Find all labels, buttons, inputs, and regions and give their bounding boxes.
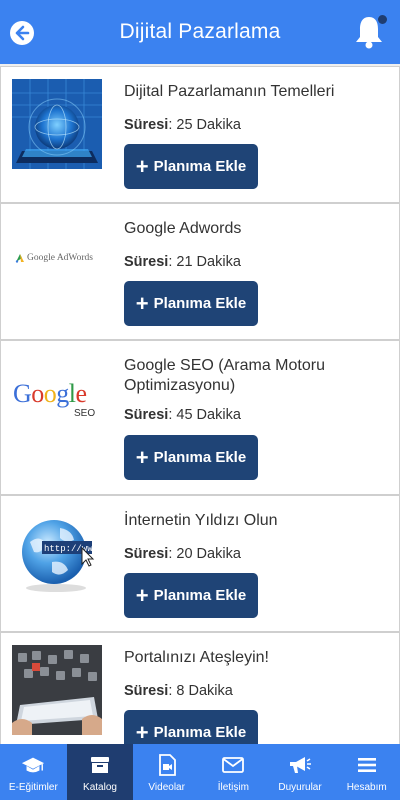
nav-label: Videolar	[148, 782, 185, 793]
nav-label: Katalog	[83, 782, 117, 793]
archive-box-icon	[88, 754, 112, 776]
course-duration: Süresi: 21 Dakika	[124, 254, 241, 270]
course-duration: Süresi: 20 Dakika	[124, 546, 241, 562]
course-title: İnternetin Yıldızı Olun	[124, 512, 278, 529]
add-to-plan-button[interactable]: + Planıma Ekle	[124, 144, 258, 189]
hands-tablet-apps-image	[12, 645, 102, 735]
svg-text:http://www: http://www	[44, 544, 99, 554]
nav-item-duyurular[interactable]: Duyurular	[267, 744, 334, 800]
nav-item-iletisim[interactable]: İletişim	[200, 744, 267, 800]
nav-label: E-Eğitimler	[8, 782, 58, 793]
nav-label: İletişim	[217, 782, 249, 793]
nav-item-katalog[interactable]: Katalog	[66, 744, 134, 800]
graduation-cap-icon	[21, 754, 45, 776]
course-title: Google Adwords	[124, 220, 242, 237]
app-screen: Dijital Pazarlama Dijital Pazarlamanın T…	[0, 0, 400, 800]
course-card[interactable]: Google AdWords Google Adwords Süresi: 21…	[0, 203, 400, 340]
course-title: Dijital Pazarlamanın Temelleri	[124, 83, 335, 100]
add-to-plan-button[interactable]: + Planıma Ekle	[124, 573, 258, 618]
nav-item-videolar[interactable]: Videolar	[133, 744, 200, 800]
globe-http-cursor-image: http://www	[12, 508, 102, 598]
page-title: Dijital Pazarlama	[119, 20, 281, 43]
bottom-navigation: E-Eğitimler Katalog Videolar İletişim Du…	[0, 744, 400, 800]
google-wordmark: Google	[13, 379, 87, 408]
course-duration: Süresi: 45 Dakika	[124, 407, 241, 423]
video-file-icon	[155, 754, 179, 776]
course-list: Dijital Pazarlamanın Temelleri Süresi: 2…	[0, 64, 400, 744]
menu-icon	[355, 754, 379, 776]
nav-item-e-egitimler[interactable]: E-Eğitimler	[0, 744, 67, 800]
back-arrow-icon[interactable]	[10, 21, 34, 45]
google-adwords-logo: Google AdWords	[12, 216, 102, 306]
add-to-plan-button[interactable]: + Planıma Ekle	[124, 281, 258, 326]
course-card[interactable]: Google SEO Google SEO (Arama Motoru Opti…	[0, 340, 400, 495]
top-bar: Dijital Pazarlama	[0, 0, 400, 64]
envelope-icon	[221, 754, 245, 776]
add-to-plan-button[interactable]: + Planıma Ekle	[124, 710, 258, 744]
plus-icon: +	[135, 719, 149, 744]
course-card[interactable]: Portalınızı Ateşleyin! Süresi: 8 Dakika …	[0, 632, 400, 744]
megaphone-icon	[288, 754, 312, 776]
course-title: Portalınızı Ateşleyin!	[124, 649, 269, 666]
notification-badge	[377, 14, 388, 25]
nav-label: Duyurular	[278, 782, 322, 793]
add-to-plan-button[interactable]: + Planıma Ekle	[124, 435, 258, 480]
course-duration: Süresi: 25 Dakika	[124, 117, 241, 133]
plus-icon: +	[135, 444, 149, 470]
plus-icon: +	[135, 153, 149, 179]
nav-label: Hesabım	[346, 782, 387, 793]
nav-item-hesabim[interactable]: Hesabım	[333, 744, 400, 800]
plus-icon: +	[135, 582, 149, 608]
course-duration: Süresi: 8 Dakika	[124, 683, 233, 699]
course-card[interactable]: http://www İnternetin Yıldızı Olun Süres…	[0, 495, 400, 632]
plus-icon: +	[135, 290, 149, 316]
google-seo-logo: Google SEO	[12, 353, 102, 443]
course-card[interactable]: Dijital Pazarlamanın Temelleri Süresi: 2…	[0, 66, 400, 203]
digital-globe-tablet-image	[12, 79, 102, 169]
course-title: Google SEO (Arama Motoru Optimizasyonu)	[124, 357, 325, 394]
